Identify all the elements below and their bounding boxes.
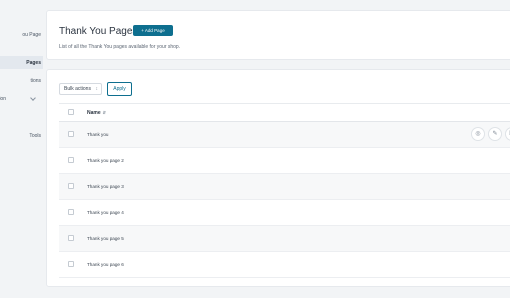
bulk-actions-select[interactable]: Bulk actions ↕ (59, 83, 102, 95)
row-checkbox[interactable] (68, 157, 74, 163)
sidebar: ou Page Pages tions ion Tools (0, 0, 43, 298)
table-row[interactable]: Thank you ◎ ✎ ❐ (59, 122, 510, 148)
row-checkbox[interactable] (68, 235, 74, 241)
table-row[interactable]: Thank you page 5 (59, 226, 510, 252)
row-name[interactable]: Thank you (87, 132, 108, 137)
bulk-actions-label: Bulk actions (64, 86, 91, 92)
row-checkbox[interactable] (68, 261, 74, 267)
row-checkbox[interactable] (68, 131, 74, 137)
sidebar-item-label: Tools (29, 133, 41, 139)
apply-button[interactable]: Apply (107, 82, 132, 96)
pages-table: Name⇵ Thank you ◎ ✎ ❐ Thank you page 2 T… (59, 103, 510, 278)
table-row[interactable]: Thank you page 2 (59, 148, 510, 174)
eye-icon[interactable]: ◎ (471, 127, 485, 141)
chevron-updown-icon: ↕ (95, 86, 99, 92)
pages-table-card: Bulk actions ↕ Apply Name ⇵ Thank you ◎ ✎… (46, 69, 510, 287)
row-checkbox[interactable] (68, 209, 74, 215)
add-page-button[interactable]: + Add Page (133, 25, 173, 36)
row-name[interactable]: Thank you page 3 (87, 184, 124, 189)
row-checkbox[interactable] (68, 183, 74, 189)
name-column-header[interactable]: Name ⇵ (87, 110, 106, 116)
table-row[interactable]: Thank you page 6 (59, 252, 510, 278)
sidebar-item-label: Pages (26, 60, 41, 66)
row-name[interactable]: Thank you page 4 (87, 210, 124, 215)
table-row[interactable]: Thank you page 4 (59, 200, 510, 226)
page-title: Thank You Pages (59, 26, 138, 37)
sidebar-item-integrations[interactable]: tions (0, 78, 43, 86)
page-subtitle: List of all the Thank You pages availabl… (59, 44, 181, 50)
sidebar-item-label: ion (0, 96, 6, 102)
table-row[interactable]: Thank you page 3 (59, 174, 510, 200)
page-header-card: Thank You Pages + Add Page List of all t… (46, 10, 510, 60)
sidebar-item-label: ou Page (22, 32, 41, 38)
sidebar-item-configuration[interactable]: ion (0, 96, 43, 104)
sidebar-item-thank-you-page[interactable]: ou Page (0, 32, 43, 40)
table-header-row: Name ⇵ (59, 104, 510, 122)
copy-icon[interactable]: ❐ (505, 127, 510, 141)
name-column-label: Name (87, 110, 101, 116)
sidebar-item-label: tions (30, 78, 41, 84)
pencil-icon[interactable]: ✎ (488, 127, 502, 141)
sidebar-item-tools[interactable]: Tools (0, 133, 43, 141)
row-name[interactable]: Thank you page 2 (87, 158, 124, 163)
select-all-checkbox[interactable] (68, 109, 74, 115)
sort-icon[interactable]: ⇵ (103, 110, 106, 115)
sidebar-item-thank-you-pages[interactable]: Pages (0, 56, 43, 69)
row-name[interactable]: Thank you page 6 (87, 262, 124, 267)
row-name[interactable]: Thank you page 5 (87, 236, 124, 241)
